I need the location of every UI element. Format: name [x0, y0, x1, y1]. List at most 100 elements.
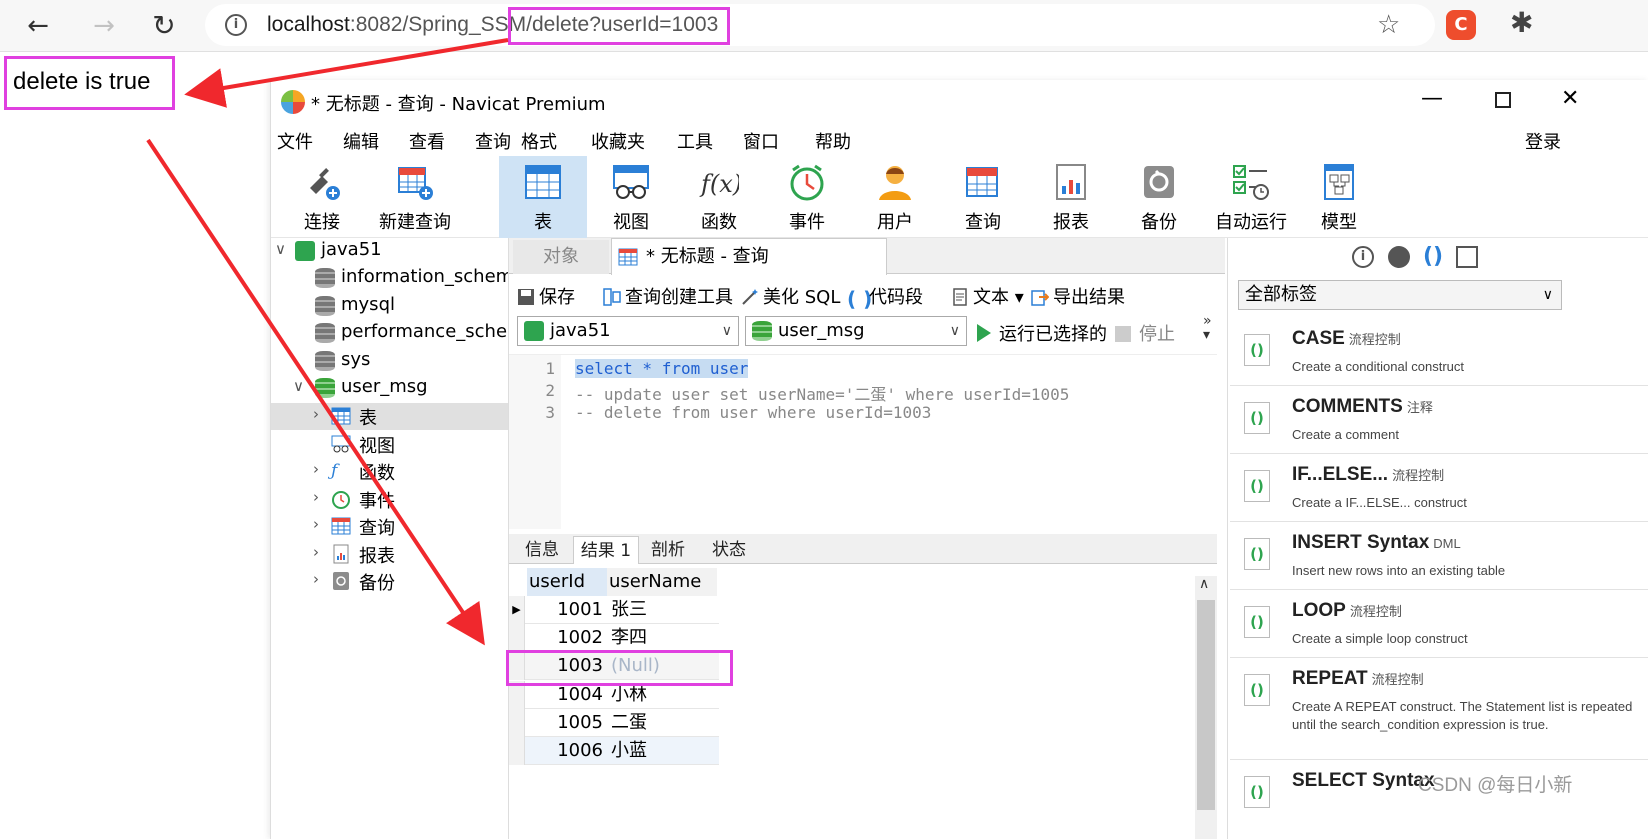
menu-edit[interactable]: 编辑 [343, 128, 379, 154]
tree-item-views[interactable]: 视图 [271, 431, 508, 458]
scrollbar-thumb[interactable] [1197, 600, 1215, 810]
bookmark-star-icon[interactable]: ☆ [1377, 10, 1400, 40]
tree-database-sys[interactable]: sys [271, 348, 508, 375]
table-row[interactable]: 1006 小蓝 [509, 737, 719, 765]
toolbar-table-button[interactable]: 表 [499, 156, 587, 238]
address-bar[interactable]: i localhost:8082/Spring_SSM/delete?userI… [205, 4, 1435, 46]
tree-database-performance-schema[interactable]: performance_schema [271, 320, 508, 347]
tag-filter-select[interactable]: 全部标签 ∨ [1238, 280, 1562, 310]
chevron-right-icon[interactable]: › [313, 405, 319, 423]
chevron-down-icon[interactable]: ∨ [275, 240, 286, 258]
tree-database-mysql[interactable]: mysql [271, 293, 508, 320]
tree-item-queries[interactable]: › 查询 [271, 513, 508, 540]
reload-icon[interactable]: ↻ [146, 8, 182, 44]
chevron-right-icon[interactable]: › [313, 570, 319, 588]
menu-tools[interactable]: 工具 [677, 128, 713, 154]
tree-item-reports[interactable]: › 报表 [271, 541, 508, 568]
tree-database-information-schema[interactable]: information_schema [271, 265, 508, 292]
snippet-insert-syntax[interactable]: () INSERT Syntax DML Insert new rows into… [1230, 522, 1648, 590]
cell-userid[interactable]: 1001 [527, 596, 607, 624]
snippet-loop[interactable]: () LOOP 流程控制 Create a simple loop constru… [1230, 590, 1648, 658]
chevron-right-icon[interactable]: › [313, 543, 319, 561]
tab-result-1[interactable]: 结果 1 [573, 536, 639, 564]
toolbar-model-button[interactable]: 模型 [1299, 156, 1379, 238]
snippet-icon[interactable]: () [1422, 246, 1444, 268]
menu-window[interactable]: 窗口 [743, 128, 779, 154]
snippet-case[interactable]: () CASE 流程控制 Create a conditional constru… [1230, 318, 1648, 386]
site-info-icon[interactable]: i [225, 14, 247, 36]
menu-query[interactable]: 查询 [475, 128, 511, 154]
menu-file[interactable]: 文件 [277, 128, 313, 154]
cell-username[interactable]: 李四 [607, 624, 717, 652]
toolbar-report-button[interactable]: 报表 [1027, 156, 1115, 238]
login-link[interactable]: 登录 [1525, 128, 1561, 154]
tab-status[interactable]: 状态 [699, 536, 759, 564]
info-icon[interactable]: i [1352, 246, 1374, 268]
code-snippet-button[interactable]: ( )代码段 [847, 283, 923, 309]
code-line-selected[interactable]: select * from user [575, 359, 749, 378]
toolbar-automation-button[interactable]: 自动运行 [1203, 156, 1299, 238]
cell-username[interactable]: 二蛋 [607, 709, 717, 737]
back-icon[interactable]: ← [20, 8, 56, 44]
text-button[interactable]: 文本 ▾ [951, 283, 1024, 309]
toolbar-connection-button[interactable]: 连接 [285, 156, 359, 238]
toolbar-function-button[interactable]: f(x) 函数 [675, 156, 763, 238]
tab-profile[interactable]: 剖析 [639, 536, 697, 564]
toolbar-view-button[interactable]: 视图 [587, 156, 675, 238]
code-line-comment[interactable]: -- delete from user where userId=1003 [575, 403, 931, 422]
menu-favorites[interactable]: 收藏夹 [591, 128, 645, 154]
cell-username[interactable]: 小蓝 [607, 737, 717, 765]
toolbar-backup-button[interactable]: 备份 [1115, 156, 1203, 238]
chevron-right-icon[interactable]: › [313, 460, 319, 478]
export-results-button[interactable]: 导出结果 [1031, 283, 1125, 309]
grid-layout-icon[interactable] [1456, 246, 1478, 268]
cell-userid[interactable]: 1002 [527, 624, 607, 652]
close-icon[interactable]: ✕ [1561, 86, 1579, 111]
column-header-userid[interactable]: userId [527, 568, 607, 596]
chevron-up-icon[interactable]: ∧ [1199, 576, 1209, 592]
tab-info[interactable]: 信息 [513, 536, 571, 564]
grid-scrollbar[interactable]: ∧ [1195, 576, 1217, 839]
code-line-comment[interactable]: -- update user set userName='二蛋' where u… [575, 381, 1069, 405]
table-row[interactable]: 1005 二蛋 [509, 709, 719, 737]
tab-query[interactable]: * 无标题 - 查询 [611, 238, 887, 275]
extension-icon[interactable]: C [1446, 10, 1476, 40]
table-row[interactable]: 1002 李四 [509, 624, 719, 652]
eye-icon[interactable] [1388, 246, 1410, 268]
chevron-down-icon[interactable]: ∨ [293, 377, 304, 395]
stop-button[interactable]: 停止 [1115, 320, 1175, 346]
tree-connection-java51[interactable]: ∨ java51 [271, 238, 508, 265]
chevron-right-icon[interactable]: › [313, 515, 319, 533]
toolbar-user-button[interactable]: 用户 [851, 156, 939, 238]
tree-item-events[interactable]: › 事件 [271, 486, 508, 513]
minimize-icon[interactable]: — [1421, 86, 1443, 111]
toolbar-query-button[interactable]: 查询 [939, 156, 1027, 238]
column-header-username[interactable]: userName [607, 568, 717, 596]
tree-item-functions[interactable]: › ƒ 函数 [271, 458, 508, 485]
table-row[interactable]: ▶ 1001 张三 [509, 596, 719, 624]
save-button[interactable]: 保存 [517, 283, 575, 309]
overflow-icon[interactable]: » ▾ [1203, 314, 1212, 342]
run-selected-button[interactable]: 运行已选择的 [977, 320, 1107, 346]
cell-userid[interactable]: 1005 [527, 709, 607, 737]
forward-icon[interactable]: → [86, 8, 122, 44]
menu-view[interactable]: 查看 [409, 128, 445, 154]
extensions-puzzle-icon[interactable]: ✱ [1510, 6, 1533, 39]
tree-database-user-msg[interactable]: ∨ user_msg [271, 375, 508, 402]
sql-editor[interactable]: 1 2 3 select * from user -- update user … [509, 354, 1217, 529]
database-select[interactable]: user_msg ∨ [745, 316, 967, 346]
toolbar-event-button[interactable]: 事件 [763, 156, 851, 238]
toolbar-new-query-button[interactable]: 新建查询 [371, 156, 459, 238]
query-builder-button[interactable]: 查询创建工具 [603, 283, 733, 309]
cell-username[interactable]: 张三 [607, 596, 717, 624]
menu-help[interactable]: 帮助 [815, 128, 851, 154]
maximize-icon[interactable] [1495, 92, 1511, 108]
tree-item-tables[interactable]: › 表 [271, 403, 508, 430]
snippet-repeat[interactable]: () REPEAT 流程控制 Create A REPEAT construct.… [1230, 658, 1648, 760]
snippet-comments[interactable]: () COMMENTS 注释 Create a comment [1230, 386, 1648, 454]
connection-select[interactable]: java51 ∨ [517, 316, 739, 346]
cell-userid[interactable]: 1006 [527, 737, 607, 765]
tree-item-backups[interactable]: › 备份 [271, 568, 508, 595]
tab-objects[interactable]: 对象 [513, 240, 609, 274]
beautify-sql-button[interactable]: 美化 SQL [741, 283, 840, 309]
